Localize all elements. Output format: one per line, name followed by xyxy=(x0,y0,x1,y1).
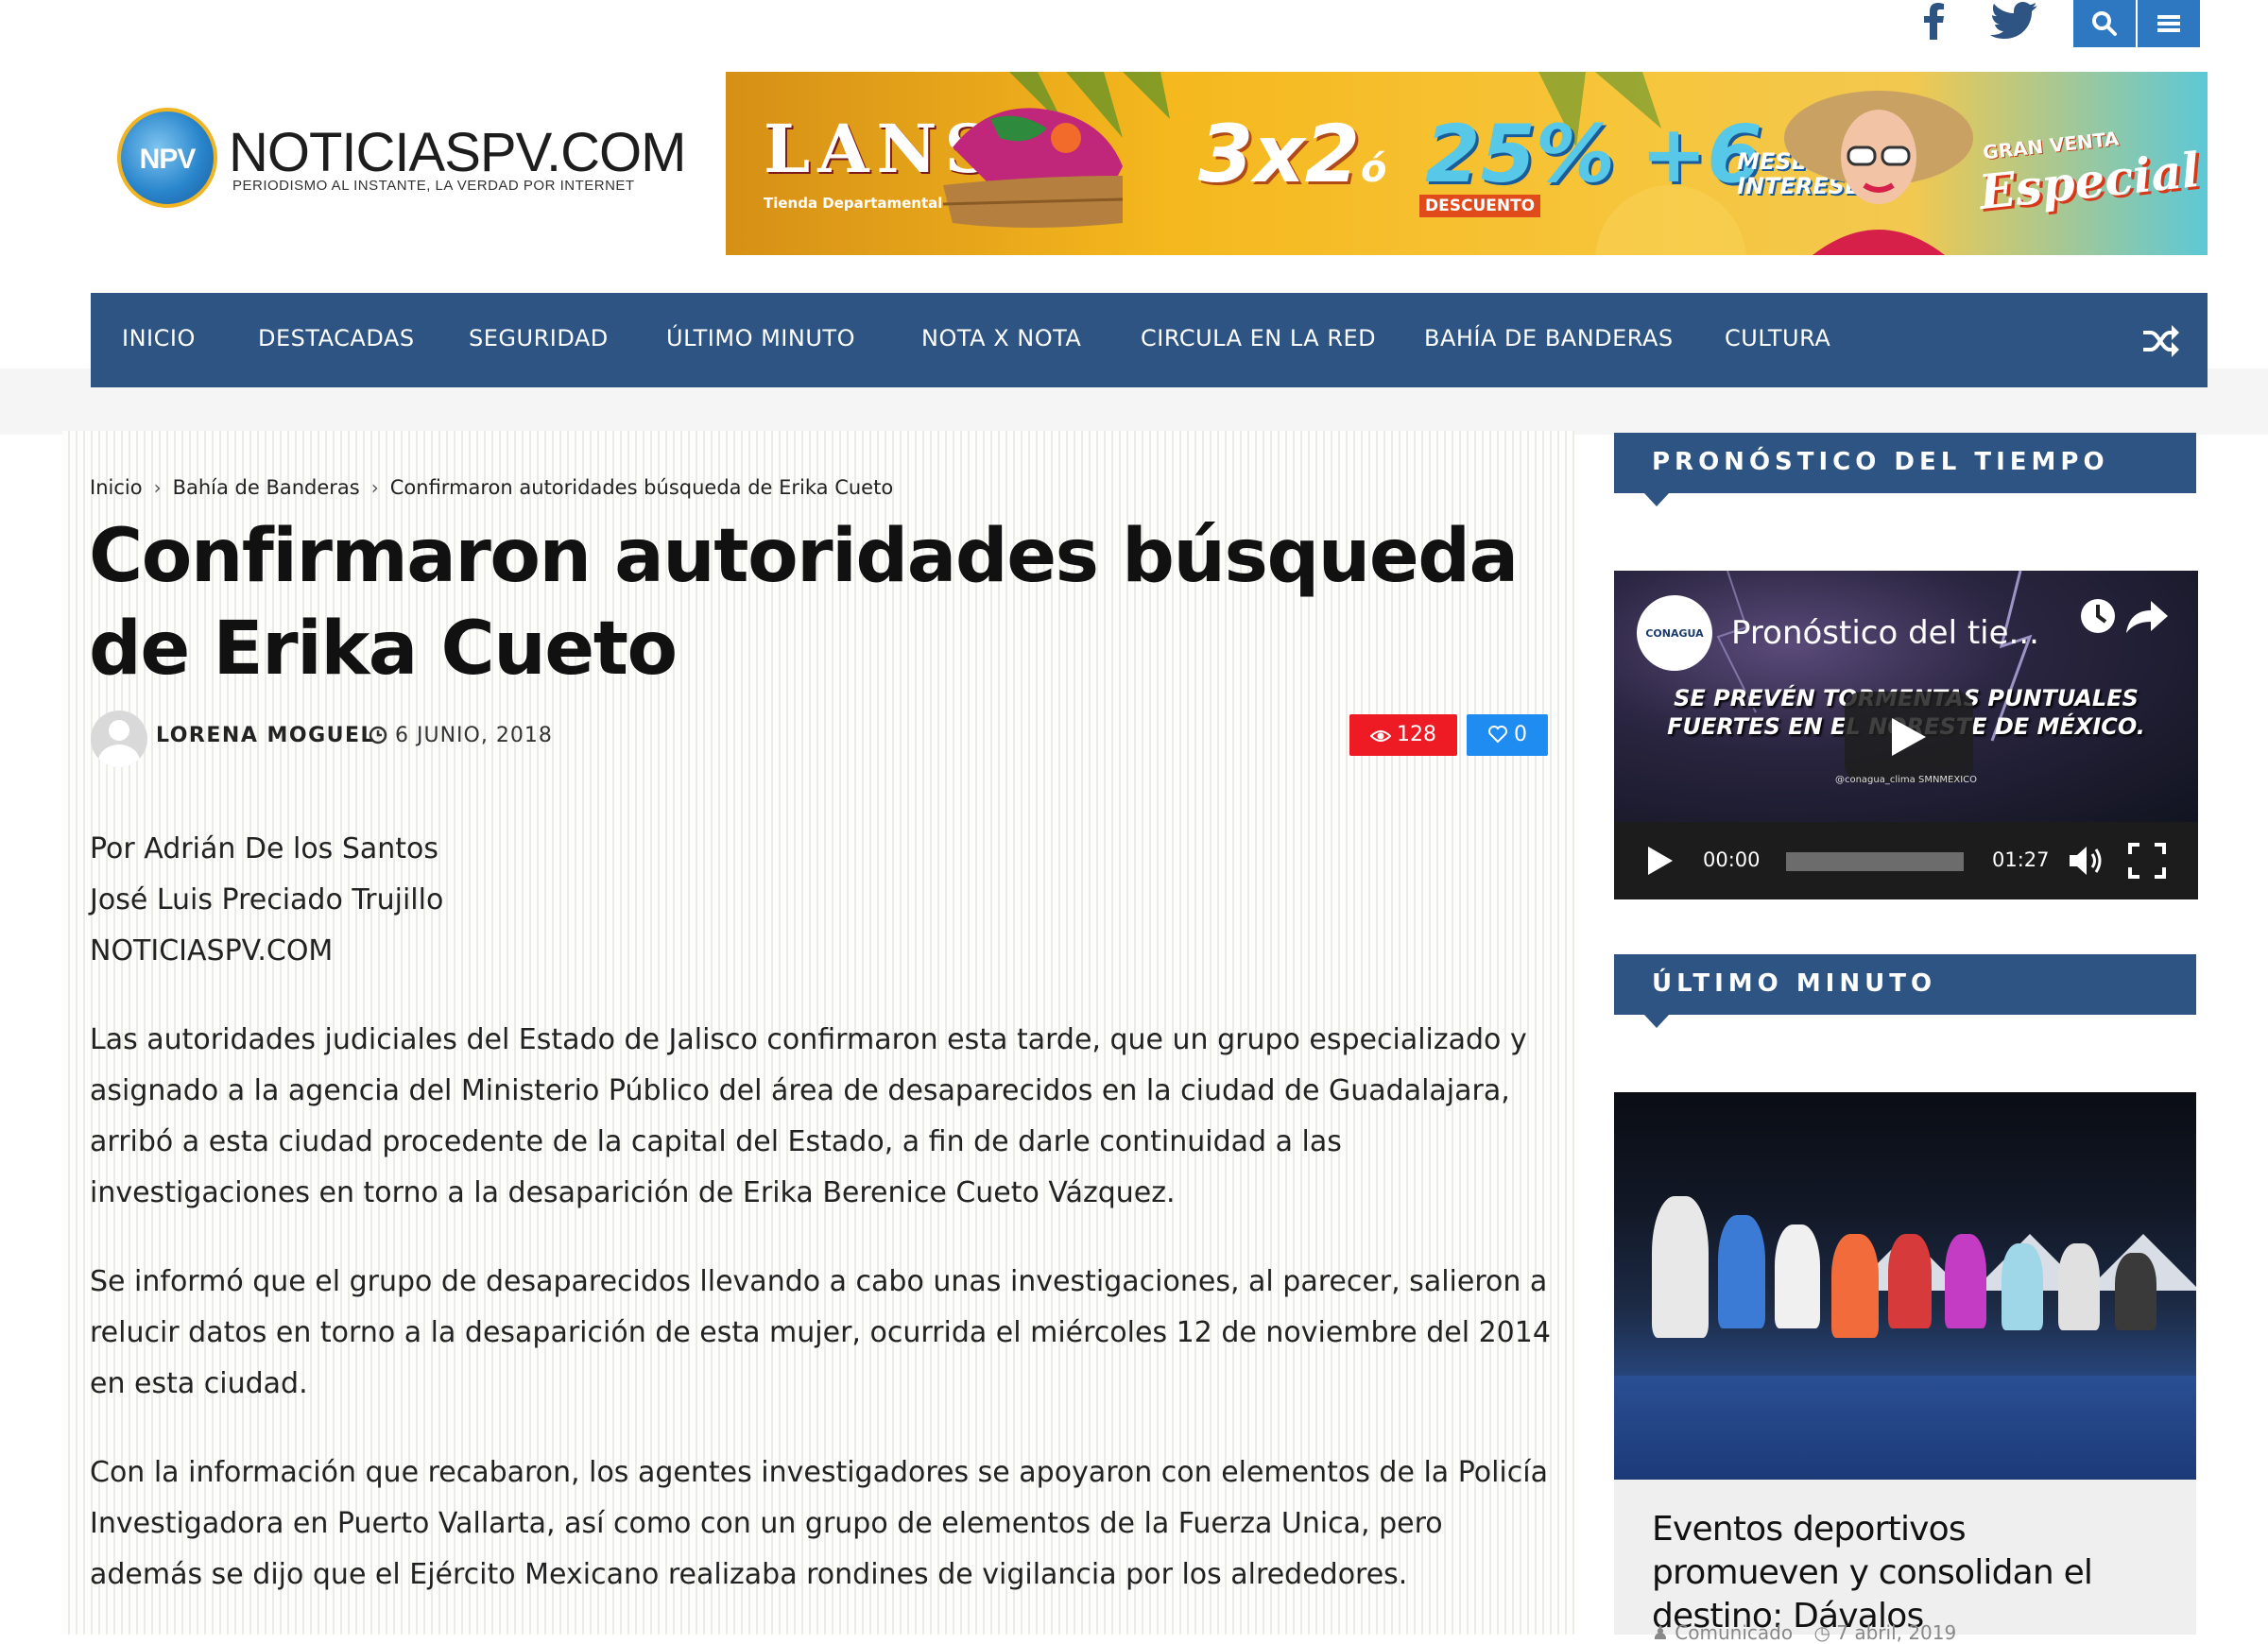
advertisement-banner[interactable]: LANS Tienda Departamental 3x2 ó 25% DESC… xyxy=(726,72,2208,255)
video-controls: 00:00 01:27 xyxy=(1614,822,2198,899)
runner-figure xyxy=(1718,1215,1765,1328)
views-count: 128 xyxy=(1397,723,1436,746)
runner-figure xyxy=(1831,1234,1879,1338)
menu-button[interactable] xyxy=(2138,0,2200,47)
share-icon[interactable] xyxy=(2122,595,2172,637)
logo-name: NOTICIASPV.COM xyxy=(229,122,686,183)
views-badge: 128 xyxy=(1349,714,1457,756)
breadcrumb: Inicio › Bahía de Banderas › Confirmaron aut… xyxy=(90,476,893,499)
promo-3x2: 3x2 xyxy=(1198,108,1361,200)
channel-name: CONAGUA xyxy=(1645,627,1704,640)
latest-article-meta: ♟ Comunicado ◷ 7 abril, 2019 xyxy=(1652,1621,1956,1644)
video-player[interactable]: CONAGUA Pronóstico del tie... SE PREVÉN … xyxy=(1614,571,2198,899)
eye-icon xyxy=(1369,730,1392,742)
article-paragraph: Las autoridades judiciales del Estado de… xyxy=(90,1023,1527,1209)
clock-icon xyxy=(369,726,387,745)
breadcrumb-chevron-icon: › xyxy=(370,476,379,499)
runner-figure xyxy=(1888,1234,1932,1328)
user-icon: ♟ xyxy=(1652,1621,1669,1644)
banner-brand-sub: Tienda Departamental xyxy=(764,195,943,212)
widget-header-latest: ÚLTIMO MINUTO xyxy=(1614,954,2196,1028)
nav-item-destacadas[interactable]: DESTACADAS xyxy=(258,325,415,351)
site-logo[interactable]: NPV NOTICIASPV.COM PERIODISMO AL INSTANT… xyxy=(117,104,686,217)
latest-article-author[interactable]: Comunicado xyxy=(1675,1621,1793,1644)
post-date: 6 JUNIO, 2018 xyxy=(369,724,553,747)
play-icon xyxy=(1892,718,1926,756)
nav-item-cultura[interactable]: CULTURA xyxy=(1725,325,1830,351)
fullscreen-icon[interactable] xyxy=(2128,843,2166,879)
widget-title: PRONÓSTICO DEL TIEMPO xyxy=(1652,448,2109,476)
post-date-text: 6 JUNIO, 2018 xyxy=(395,724,553,747)
breadcrumb-chevron-icon: › xyxy=(153,476,162,499)
nav-item-bahia-de-banderas[interactable]: BAHÍA DE BANDERAS xyxy=(1424,325,1674,351)
latest-article-card[interactable]: Eventos deportivos promueven y consolida… xyxy=(1614,1480,2196,1644)
runner-figure xyxy=(1945,1234,1986,1328)
latest-article-image[interactable] xyxy=(1614,1092,2196,1480)
runner-figure xyxy=(2115,1253,2156,1330)
promo-or: ó xyxy=(1361,147,1387,191)
play-icon[interactable] xyxy=(1646,845,1675,877)
road-surface xyxy=(1614,1376,2196,1480)
breadcrumb-home[interactable]: Inicio xyxy=(90,476,143,499)
top-bar xyxy=(0,0,2268,57)
breadcrumb-category[interactable]: Bahía de Banderas xyxy=(173,476,360,499)
heart-icon xyxy=(1488,726,1507,744)
facebook-icon[interactable] xyxy=(1915,0,1952,40)
latest-article-date: 7 abril, 2019 xyxy=(1836,1621,1957,1644)
shoe-image xyxy=(942,108,1124,228)
twitter-icon[interactable] xyxy=(1990,0,2039,40)
hamburger-menu-icon xyxy=(2157,15,2180,32)
clock-icon: ◷ xyxy=(1813,1621,1830,1644)
article-body: Por Adrián De los Santos José Luis Preci… xyxy=(90,824,1564,1638)
latest-article-title[interactable]: Eventos deportivos promueven y consolida… xyxy=(1652,1508,2162,1638)
runner-figure xyxy=(2058,1243,2100,1330)
breadcrumb-current: Confirmaron autoridades búsqueda de Erik… xyxy=(389,476,894,499)
header-pointer xyxy=(1644,1015,1669,1028)
model-image xyxy=(1784,91,1973,255)
likes-count: 0 xyxy=(1514,723,1527,746)
nav-item-circula-en-la-red[interactable]: CIRCULA EN LA RED xyxy=(1141,325,1376,351)
nav-item-ultimo-minuto[interactable]: ÚLTIMO MINUTO xyxy=(666,325,855,351)
article-byline: Por Adrián De los Santos José Luis Preci… xyxy=(90,824,1564,977)
duration: 01:27 xyxy=(1992,848,2050,871)
progress-bar[interactable] xyxy=(1786,852,1964,871)
nav-item-seguridad[interactable]: SEGURIDAD xyxy=(469,325,609,351)
author-name[interactable]: LORENA MOGUEL xyxy=(156,724,375,747)
article-paragraph: Se informó que el grupo de desaparecidos… xyxy=(90,1265,1551,1400)
logo-emblem: NPV xyxy=(117,108,217,208)
article-title: Confirmaron autoridades búsqueda de Erik… xyxy=(89,514,1519,692)
volume-icon[interactable] xyxy=(2068,843,2105,879)
channel-logo[interactable]: CONAGUA xyxy=(1637,595,1712,671)
byline-line: Por Adrián De los Santos xyxy=(90,832,439,865)
runner-figure xyxy=(1775,1224,1820,1328)
runner-figure xyxy=(1652,1196,1709,1338)
main-nav: INICIO DESTACADAS SEGURIDAD ÚLTIMO MINUT… xyxy=(91,293,2208,387)
video-title[interactable]: Pronóstico del tie... xyxy=(1731,614,2039,652)
search-button[interactable] xyxy=(2073,0,2136,47)
byline-line: José Luis Preciado Trujillo xyxy=(90,883,444,916)
runner-figure xyxy=(2002,1243,2043,1330)
byline-line: NOTICIASPV.COM xyxy=(90,934,334,968)
article-paragraph: Con la información que recabaron, los ag… xyxy=(90,1456,1548,1591)
promo-25: 25% xyxy=(1425,108,1616,200)
large-play-button[interactable] xyxy=(1845,692,1973,782)
author-avatar[interactable] xyxy=(91,711,147,767)
current-time: 00:00 xyxy=(1703,848,1761,871)
widget-title: ÚLTIMO MINUTO xyxy=(1652,969,1937,998)
like-button[interactable]: 0 xyxy=(1467,714,1548,756)
widget-header-weather: PRONÓSTICO DEL TIEMPO xyxy=(1614,433,2196,506)
nav-item-nota-x-nota[interactable]: NOTA X NOTA xyxy=(921,325,1081,351)
logo-mark: NPV xyxy=(139,144,197,175)
header-pointer xyxy=(1644,493,1669,506)
shuffle-icon[interactable] xyxy=(2141,323,2179,359)
nav-item-inicio[interactable]: INICIO xyxy=(122,325,196,351)
search-icon xyxy=(2092,11,2117,36)
video-socials: @conagua_clima SMNMEXICO xyxy=(1834,775,1978,785)
promo-descuento: DESCUENTO xyxy=(1419,195,1541,217)
watch-later-icon[interactable] xyxy=(2077,595,2119,637)
logo-tagline: PERIODISMO AL INSTANTE, LA VERDAD POR IN… xyxy=(232,178,635,194)
